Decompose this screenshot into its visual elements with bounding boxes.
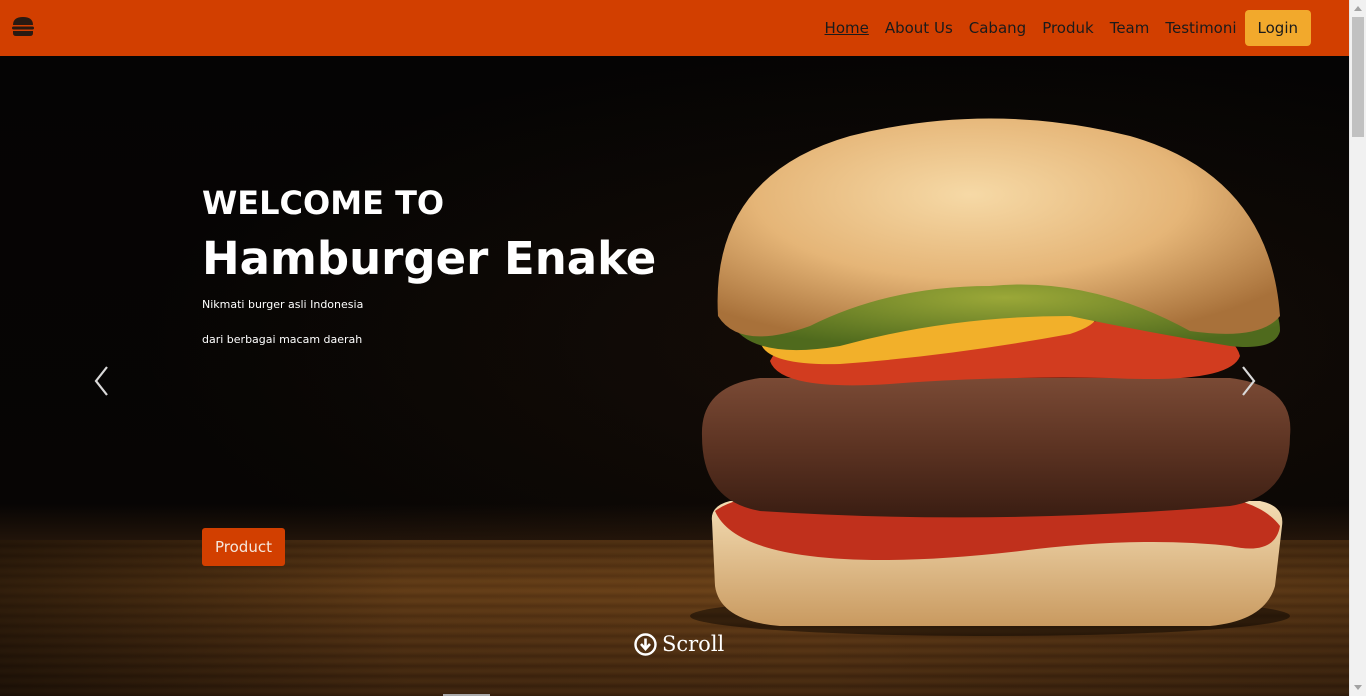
navbar: Home About Us Cabang Produk Team Testimo…: [0, 0, 1349, 56]
hero-subtitle-line1: Nikmati burger asli Indonesia: [202, 298, 364, 311]
nav-item-home[interactable]: Home: [825, 19, 869, 37]
burger-image: [690, 118, 1291, 636]
hamburger-icon[interactable]: [10, 14, 36, 40]
chevron-left-icon[interactable]: [90, 364, 114, 398]
hero-subtitle-line2: dari berbagai macam daerah: [202, 333, 363, 346]
scroll-button[interactable]: Scroll: [634, 632, 724, 656]
nav-item-produk[interactable]: Produk: [1042, 19, 1094, 37]
scroll-down-arrow-icon[interactable]: [1354, 685, 1362, 690]
page-scrollbar[interactable]: [1349, 0, 1366, 696]
hero-title: Hamburger Enake: [202, 232, 657, 285]
nav-item-testimoni[interactable]: Testimoni: [1165, 19, 1236, 37]
chevron-right-icon[interactable]: [1236, 364, 1260, 398]
hero-caption: WELCOME TO Hamburger Enake Nikmati burge…: [202, 184, 656, 346]
nav-item-cabang[interactable]: Cabang: [969, 19, 1026, 37]
arrow-down-circle-icon: [634, 632, 657, 656]
scroll-up-arrow-icon[interactable]: [1354, 6, 1362, 11]
nav-menu: Home About Us Cabang Produk Team Testimo…: [809, 0, 1311, 56]
product-button[interactable]: Product: [202, 528, 285, 566]
login-button[interactable]: Login: [1244, 10, 1311, 46]
nav-item-about-us[interactable]: About Us: [885, 19, 953, 37]
nav-item-team[interactable]: Team: [1110, 19, 1150, 37]
scrollbar-thumb[interactable]: [1352, 17, 1364, 137]
welcome-heading: WELCOME TO: [202, 184, 445, 222]
hero-carousel: WELCOME TO Hamburger Enake Nikmati burge…: [0, 56, 1349, 696]
scroll-label: Scroll: [662, 632, 725, 656]
